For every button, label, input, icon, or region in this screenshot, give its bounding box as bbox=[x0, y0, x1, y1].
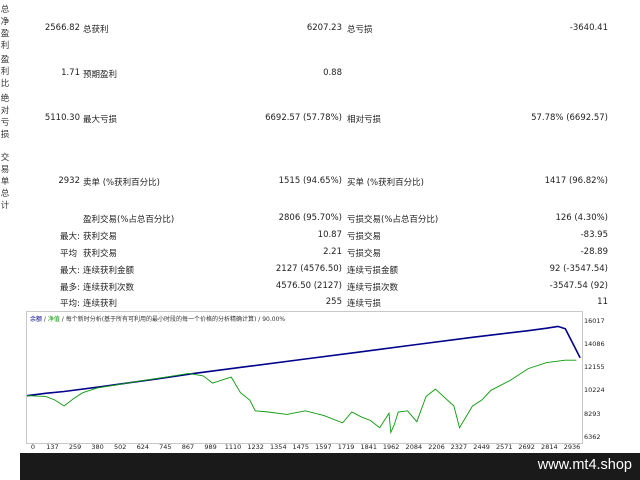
gross-profit-value: 6207.23 bbox=[306, 23, 342, 33]
stat-label2: 亏损交易 bbox=[347, 249, 382, 259]
short-positions-value: 1515 (94.65%) bbox=[278, 176, 342, 186]
stat-value: 255 bbox=[325, 297, 342, 307]
x-tick-label: 989 bbox=[204, 443, 217, 451]
y-tick-label: 16017 bbox=[584, 316, 605, 325]
x-tick-label: 1719 bbox=[337, 443, 355, 451]
short-positions-label: 卖单 (%获利百分比) bbox=[83, 178, 160, 188]
x-tick-label: 1354 bbox=[270, 443, 287, 451]
chart-plot bbox=[26, 325, 581, 435]
x-tick-label: 1110 bbox=[224, 443, 242, 451]
stat-label2: 亏损交易 bbox=[347, 232, 382, 242]
relative-drawdown-value: 57.78% (6692.57) bbox=[531, 113, 608, 123]
gross-loss-label: 总亏损 bbox=[347, 25, 373, 35]
x-tick-label: 2084 bbox=[405, 443, 423, 451]
stat-label: 获利交易 bbox=[83, 249, 118, 259]
stat-value: 2.21 bbox=[323, 247, 342, 257]
x-tick-label: 1841 bbox=[360, 443, 377, 451]
stat-prefix: 平均 bbox=[60, 249, 78, 259]
expected-payoff-value: 0.88 bbox=[323, 68, 342, 78]
x-tick-label: 137 bbox=[46, 443, 59, 451]
x-tick-label: 1475 bbox=[292, 443, 310, 451]
legend-note: 每个新时分析(基于所有可利用的最小时段的每一个价格的分析精确计算) / 90.0… bbox=[65, 316, 286, 323]
x-tick-label: 0 bbox=[30, 443, 36, 451]
x-tick-label: 2936 bbox=[563, 443, 581, 451]
stat-label2: 亏损交易(%占总百分比) bbox=[347, 215, 439, 225]
profit-factor-value: 1.71 bbox=[61, 68, 80, 78]
stat-prefix: 最多: bbox=[60, 283, 80, 293]
stat-value2: -83.95 bbox=[580, 230, 608, 240]
x-tick-label: 2206 bbox=[428, 443, 445, 451]
x-tick-label: 1597 bbox=[315, 443, 332, 451]
x-tick-label: 380 bbox=[91, 443, 104, 451]
y-tick-label: 6362 bbox=[584, 433, 601, 441]
legend-equity: 净值 bbox=[47, 316, 60, 323]
stat-label2: 连续亏损次数 bbox=[347, 283, 399, 293]
x-tick-label: 1962 bbox=[382, 443, 400, 451]
stat-value: 10.87 bbox=[317, 230, 342, 240]
y-tick-label: 14086 bbox=[584, 339, 605, 348]
maximal-drawdown-value: 6692.57 (57.78%) bbox=[265, 113, 342, 123]
stat-value: 4576.50 (2127) bbox=[275, 281, 342, 291]
x-tick-label: 745 bbox=[159, 443, 172, 451]
stat-label: 连续获利金额 bbox=[83, 266, 135, 276]
stat-label2: 连续亏损金额 bbox=[347, 266, 399, 276]
relative-drawdown-label: 相对亏损 bbox=[347, 115, 382, 125]
total-trades-value: 2932 bbox=[58, 176, 80, 186]
absolute-drawdown-value: 5110.30 bbox=[44, 113, 80, 123]
stat-value2: -28.89 bbox=[580, 247, 608, 257]
balance-line bbox=[26, 325, 581, 397]
equity-line bbox=[26, 359, 577, 435]
x-tick-label: 259 bbox=[68, 443, 82, 451]
x-tick-label: 2571 bbox=[495, 443, 513, 451]
x-tick-label: 2327 bbox=[450, 443, 468, 451]
stat-label2: 连续亏损 bbox=[347, 299, 382, 309]
x-tick-label: 2814 bbox=[541, 443, 558, 451]
x-tick-label: 1232 bbox=[247, 443, 264, 451]
stat-label: 获利交易 bbox=[83, 232, 118, 242]
stat-value2: 126 (4.30%) bbox=[555, 213, 608, 223]
side-label-profit-factor: 盈利比 bbox=[0, 55, 10, 89]
stat-value: 2806 (95.70%) bbox=[278, 213, 342, 223]
side-label-net-profit: 总净盈利 bbox=[0, 5, 10, 51]
stat-prefix: 最大: bbox=[60, 232, 80, 242]
maximal-drawdown-label: 最大亏损 bbox=[83, 115, 118, 125]
x-tick-label: 502 bbox=[113, 443, 127, 451]
stat-prefix: 最大: bbox=[60, 266, 80, 276]
x-tick-label: 2449 bbox=[473, 443, 490, 451]
net-profit-value: 2566.82 bbox=[44, 23, 80, 33]
long-positions-value: 1417 (96.82%) bbox=[544, 176, 608, 186]
x-tick-label: 2692 bbox=[518, 443, 535, 451]
watermark-bar: www.mt4.shop bbox=[20, 453, 640, 480]
gross-loss-value: -3640.41 bbox=[569, 23, 608, 33]
stat-value2: 92 (-3547.54) bbox=[549, 264, 608, 274]
side-label-total-trades: 交易单总计 bbox=[0, 153, 10, 211]
stat-label: 盈利交易(%占总百分比) bbox=[83, 215, 175, 225]
watermark-logo: www.mt4.shop bbox=[537, 457, 632, 473]
expected-payoff-label: 预期盈利 bbox=[83, 70, 118, 80]
side-label-absolute-drawdown: 绝对亏损 bbox=[0, 94, 10, 140]
x-tick-label: 624 bbox=[136, 443, 150, 451]
x-tick-label: 867 bbox=[181, 443, 195, 451]
y-tick-label: 12155 bbox=[584, 363, 605, 372]
legend-balance: 余额 bbox=[30, 316, 43, 323]
y-tick-label: 10224 bbox=[584, 386, 605, 395]
y-tick-label: 8293 bbox=[584, 409, 601, 418]
stat-value2: 11 bbox=[597, 297, 608, 307]
long-positions-label: 买单 (%获利百分比) bbox=[347, 178, 424, 188]
stat-prefix: 平均: bbox=[60, 299, 80, 309]
stat-value2: -3547.54 (92) bbox=[549, 281, 608, 291]
stat-value: 2127 (4576.50) bbox=[275, 264, 342, 274]
gross-profit-label: 总获利 bbox=[83, 25, 109, 35]
stat-label: 连续获利次数 bbox=[83, 283, 135, 293]
chart-legend: 余额 / 净值 / 每个新时分析(基于所有可利用的最小时段的每一个价格的分析精确… bbox=[30, 316, 286, 323]
stat-label: 连续获利 bbox=[83, 299, 118, 309]
balance-chart bbox=[26, 311, 583, 444]
